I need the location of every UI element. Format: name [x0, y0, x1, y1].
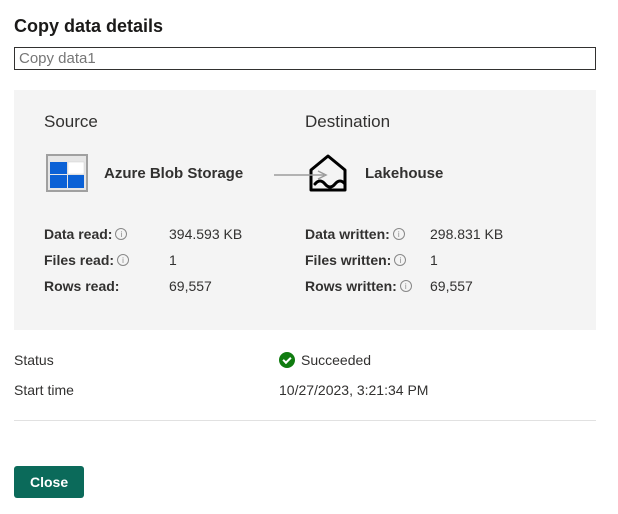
azure-blob-storage-icon [44, 150, 90, 196]
destination-header: Destination [305, 112, 566, 132]
divider [14, 420, 596, 421]
info-icon[interactable] [115, 228, 127, 240]
rows-read-value: 69,557 [169, 278, 212, 294]
success-icon [279, 352, 295, 368]
files-written-value: 1 [430, 252, 438, 268]
start-time-value: 10/27/2023, 3:21:34 PM [279, 382, 428, 398]
info-icon[interactable] [393, 228, 405, 240]
rows-written-value: 69,557 [430, 278, 473, 294]
info-icon[interactable] [117, 254, 129, 266]
files-read-value: 1 [169, 252, 177, 268]
destination-label: Lakehouse [365, 165, 443, 182]
rows-read-label: Rows read: [44, 278, 169, 294]
files-written-label: Files written: [305, 252, 430, 268]
start-time-label: Start time [14, 382, 279, 398]
source-label: Azure Blob Storage [104, 165, 243, 182]
copy-details-panel: Source Azure Blob S [14, 90, 596, 330]
activity-name-input[interactable]: Copy data1 [14, 47, 596, 70]
data-written-value: 298.831 KB [430, 226, 503, 242]
data-read-value: 394.593 KB [169, 226, 242, 242]
page-title: Copy data details [14, 16, 604, 37]
rows-written-label: Rows written: [305, 278, 430, 294]
info-icon[interactable] [394, 254, 406, 266]
status-value: Succeeded [301, 352, 371, 368]
close-button[interactable]: Close [14, 466, 84, 498]
scroll-area[interactable]: Copy data1 Source [14, 47, 604, 448]
info-icon[interactable] [400, 280, 412, 292]
status-label: Status [14, 352, 279, 368]
data-read-label: Data read: [44, 226, 169, 242]
files-read-label: Files read: [44, 252, 169, 268]
data-written-label: Data written: [305, 226, 430, 242]
source-header: Source [44, 112, 305, 132]
arrow-icon [274, 167, 332, 177]
